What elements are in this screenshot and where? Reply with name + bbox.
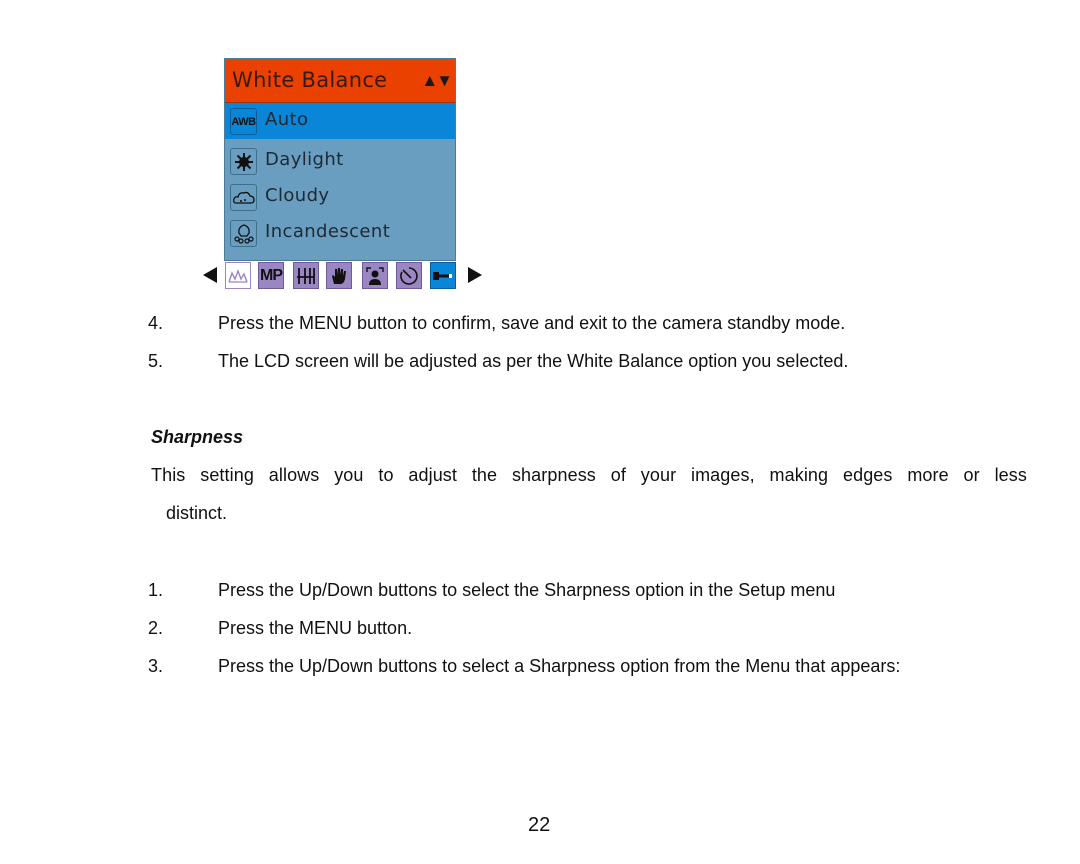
menu-item-label: Cloudy	[265, 185, 330, 206]
menu-item-daylight[interactable]: Daylight	[225, 143, 455, 179]
arrow-left-icon[interactable]	[203, 267, 217, 283]
menu-item-label: Incandescent	[265, 221, 391, 242]
section-heading: Sharpness	[151, 427, 244, 447]
step-text: Press the Up/Down buttons to select the …	[218, 580, 836, 600]
menu-toolbar: MP	[203, 262, 483, 290]
stabilizer-icon[interactable]	[326, 262, 352, 289]
step-number: 3.	[148, 656, 164, 676]
step-text: The LCD screen will be adjusted as per t…	[218, 351, 849, 371]
page-number: 22	[528, 814, 551, 836]
bulb-icon	[230, 220, 257, 247]
menu-item-cloudy[interactable]: Cloudy	[225, 179, 455, 215]
scene-icon[interactable]	[225, 262, 251, 289]
arrow-right-icon[interactable]	[468, 267, 482, 283]
sun-icon	[230, 148, 257, 175]
menu-header: White Balance ▲▼	[225, 59, 455, 103]
menu-item-label: Auto	[265, 109, 309, 130]
step-number: 5.	[148, 351, 164, 371]
menu-item-auto[interactable]: AWB Auto	[225, 103, 455, 139]
step-text: Press the MENU button.	[218, 618, 413, 638]
step-text: Press the Up/Down buttons to select a Sh…	[218, 656, 901, 676]
cloud-icon	[230, 184, 257, 211]
menu-item-label: Daylight	[265, 149, 344, 170]
step-number: 1.	[148, 580, 164, 600]
step-number: 4.	[148, 313, 164, 333]
up-down-arrows-icon: ▲▼	[421, 71, 453, 90]
quality-icon[interactable]	[293, 262, 319, 289]
awb-icon: AWB	[230, 108, 257, 135]
white-balance-menu: White Balance ▲▼ AWB Auto Daylight Cloud…	[224, 58, 456, 261]
section-paragraph-continuation: distinct.	[166, 503, 228, 523]
menu-title: White Balance	[232, 68, 388, 92]
section-paragraph: This setting allows you to adjust the sh…	[151, 465, 1027, 485]
setup-wrench-icon[interactable]	[430, 262, 456, 289]
resolution-icon[interactable]: MP	[258, 262, 284, 289]
self-timer-icon[interactable]	[396, 262, 422, 289]
face-detect-icon[interactable]	[362, 262, 388, 289]
step-number: 2.	[148, 618, 164, 638]
step-text: Press the MENU button to confirm, save a…	[218, 313, 846, 333]
menu-item-incandescent[interactable]: Incandescent	[225, 215, 455, 251]
